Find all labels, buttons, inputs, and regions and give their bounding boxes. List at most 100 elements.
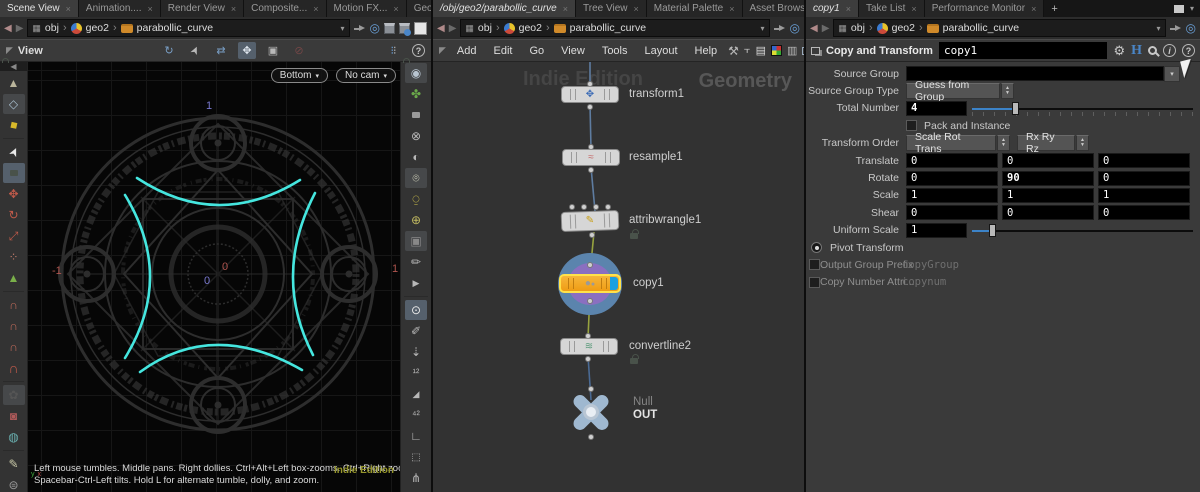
flipbook-icon[interactable] [405, 273, 427, 293]
edit-points-tool-icon[interactable] [3, 247, 25, 267]
scale-x-input[interactable]: 1 [906, 187, 998, 203]
translate-x-input[interactable]: 0 [906, 153, 998, 169]
leaf-icon[interactable] [405, 84, 427, 104]
eye-icon[interactable] [405, 63, 427, 83]
pack-instance-checkbox[interactable] [906, 120, 917, 132]
tab-copy1[interactable]: copy1 × [806, 0, 859, 17]
close-icon[interactable]: × [1031, 4, 1036, 14]
forward-icon[interactable]: ▶ [822, 23, 830, 34]
node-output-dot[interactable] [587, 298, 593, 304]
breadcrumb-geo2[interactable]: geo2 [503, 22, 542, 34]
translate-z-input[interactable]: 0 [1098, 153, 1190, 169]
path-dropdown-icon[interactable]: ▾ [761, 24, 765, 33]
path-dropdown-icon[interactable]: ▾ [1157, 24, 1161, 33]
tab-performance-monitor[interactable]: Performance Monitor × [924, 0, 1045, 17]
rotate-z-input[interactable]: 0 [1098, 170, 1190, 186]
tree-hierarchy-icon[interactable]: ⫟ [744, 42, 751, 59]
node-input-dot[interactable] [593, 204, 599, 210]
breadcrumb-node[interactable]: parabollic_curve [926, 22, 1019, 34]
close-icon[interactable]: × [729, 4, 734, 14]
prim-numbers-icon[interactable] [405, 405, 427, 425]
uniform-scale-slider[interactable] [972, 223, 1196, 238]
close-icon[interactable]: × [563, 4, 568, 14]
tab-motion-fx[interactable]: Motion FX... × [326, 0, 407, 17]
rotate-order-select[interactable]: Rx Ry Rz [1017, 131, 1075, 155]
snapshot-icon[interactable] [414, 21, 427, 35]
total-number-slider[interactable] [972, 101, 1196, 116]
rotate-y-input[interactable]: 90 [1002, 170, 1094, 186]
inspect-geometry-icon[interactable] [399, 22, 411, 36]
translate-y-input[interactable]: 0 [1002, 153, 1094, 169]
slider-handle[interactable] [1011, 101, 1019, 115]
tab-animation[interactable]: Animation.... × [78, 0, 161, 17]
tab-asset-browser[interactable]: Asset Browser× [742, 0, 804, 17]
node-output-dot[interactable] [588, 434, 594, 440]
headlight-icon[interactable] [405, 210, 427, 230]
tab-scene-view[interactable]: Scene View × [0, 0, 79, 17]
tab-geometry-sp[interactable]: Geometry Sp...× [406, 0, 431, 17]
snap-points-icon[interactable] [3, 337, 25, 357]
node-out[interactable] [569, 390, 613, 434]
breadcrumb-node[interactable]: parabollic_curve [553, 22, 646, 34]
forward-icon[interactable]: ▶ [449, 23, 457, 34]
light-off-icon[interactable] [405, 126, 427, 146]
snap-curve-icon[interactable] [3, 316, 25, 336]
spinner-icon[interactable]: ▲ ▼ [1076, 135, 1089, 152]
spinner-icon[interactable]: ▲ ▼ [1001, 83, 1014, 100]
annotate-icon[interactable] [405, 252, 427, 272]
source-group-type-select[interactable]: Guess from Group [906, 79, 1000, 103]
brush-tool-icon[interactable] [3, 454, 25, 474]
pivot-transform-toggle[interactable] [811, 242, 822, 254]
camera-view-icon[interactable] [405, 231, 427, 251]
menu-add[interactable]: Add [451, 45, 483, 57]
pose-tool-icon[interactable] [2, 94, 25, 114]
breadcrumb-obj[interactable]: ▦ obj [838, 22, 865, 34]
follow-icon[interactable]: ◎ [790, 22, 800, 34]
breadcrumb-geo2[interactable]: geo2 [70, 22, 109, 34]
node-name-field[interactable]: copy1 [938, 42, 1108, 59]
help-icon[interactable]: ? [1182, 44, 1195, 57]
collapse-strip-icon[interactable]: ◀ [0, 62, 27, 71]
breadcrumb-obj[interactable]: ▦ obj [32, 22, 59, 34]
close-icon[interactable]: × [846, 4, 851, 14]
box-zoom-icon[interactable]: ▣ [264, 42, 282, 59]
back-icon[interactable]: ◀ [437, 23, 445, 34]
menu-help[interactable]: Help [689, 45, 724, 57]
forward-icon[interactable]: ▶ [16, 23, 24, 34]
scale-tool-icon[interactable] [3, 226, 25, 246]
close-icon[interactable]: × [231, 4, 236, 14]
select-arrow-icon[interactable]: ➤ [183, 39, 206, 62]
menu-view[interactable]: View [555, 45, 591, 57]
rotate-tool-icon[interactable] [3, 205, 25, 225]
close-icon[interactable]: × [393, 4, 398, 14]
scene-viewport[interactable]: Bottom ▾ No cam ▾ -1 0 1 1 0 yx Left mouse… [28, 62, 400, 492]
group-display-icon[interactable] [405, 447, 427, 467]
back-icon[interactable]: ◀ [810, 23, 818, 34]
path-field[interactable]: ▦ obj › geo2 › parabollic_curve ▾ [27, 19, 350, 37]
maximize-pane-icon[interactable] [1173, 4, 1184, 13]
menu-edit[interactable]: Edit [488, 45, 519, 57]
node-input-dot[interactable] [581, 204, 587, 210]
node-copy1[interactable]: ●● [559, 274, 621, 293]
wrench-icon[interactable]: ⚒ [728, 42, 739, 59]
pan-view-icon[interactable]: ✥ [238, 42, 256, 59]
search-icon[interactable] [1148, 46, 1157, 55]
node-input-dot[interactable] [587, 262, 593, 268]
tab-composite[interactable]: Composite... × [244, 0, 327, 17]
turntable-icon[interactable] [3, 427, 25, 447]
menu-tools[interactable]: Tools [596, 45, 634, 57]
lock-view-icon[interactable] [405, 105, 427, 125]
houdini-logo-icon[interactable]: H [1131, 43, 1142, 59]
network-canvas[interactable]: Indie Edition Geometry ✥ transform1 ≈ re… [433, 62, 804, 492]
close-icon[interactable]: × [633, 4, 638, 14]
total-number-input[interactable]: 4 [906, 100, 967, 116]
pane-corner-icon[interactable]: ◤ [6, 45, 13, 56]
back-icon[interactable]: ◀ [4, 23, 12, 34]
view-selector-pill[interactable]: Bottom ▾ [270, 68, 328, 83]
display-geometry-icon[interactable] [384, 22, 395, 34]
tab-render-view[interactable]: Render View × [160, 0, 245, 17]
display-options-icon[interactable]: ⁝ ⁝ [384, 42, 402, 59]
new-tab-button[interactable]: + [1044, 0, 1064, 17]
menu-go[interactable]: Go [523, 45, 550, 57]
list-view-icon[interactable]: ▤ [756, 42, 766, 59]
